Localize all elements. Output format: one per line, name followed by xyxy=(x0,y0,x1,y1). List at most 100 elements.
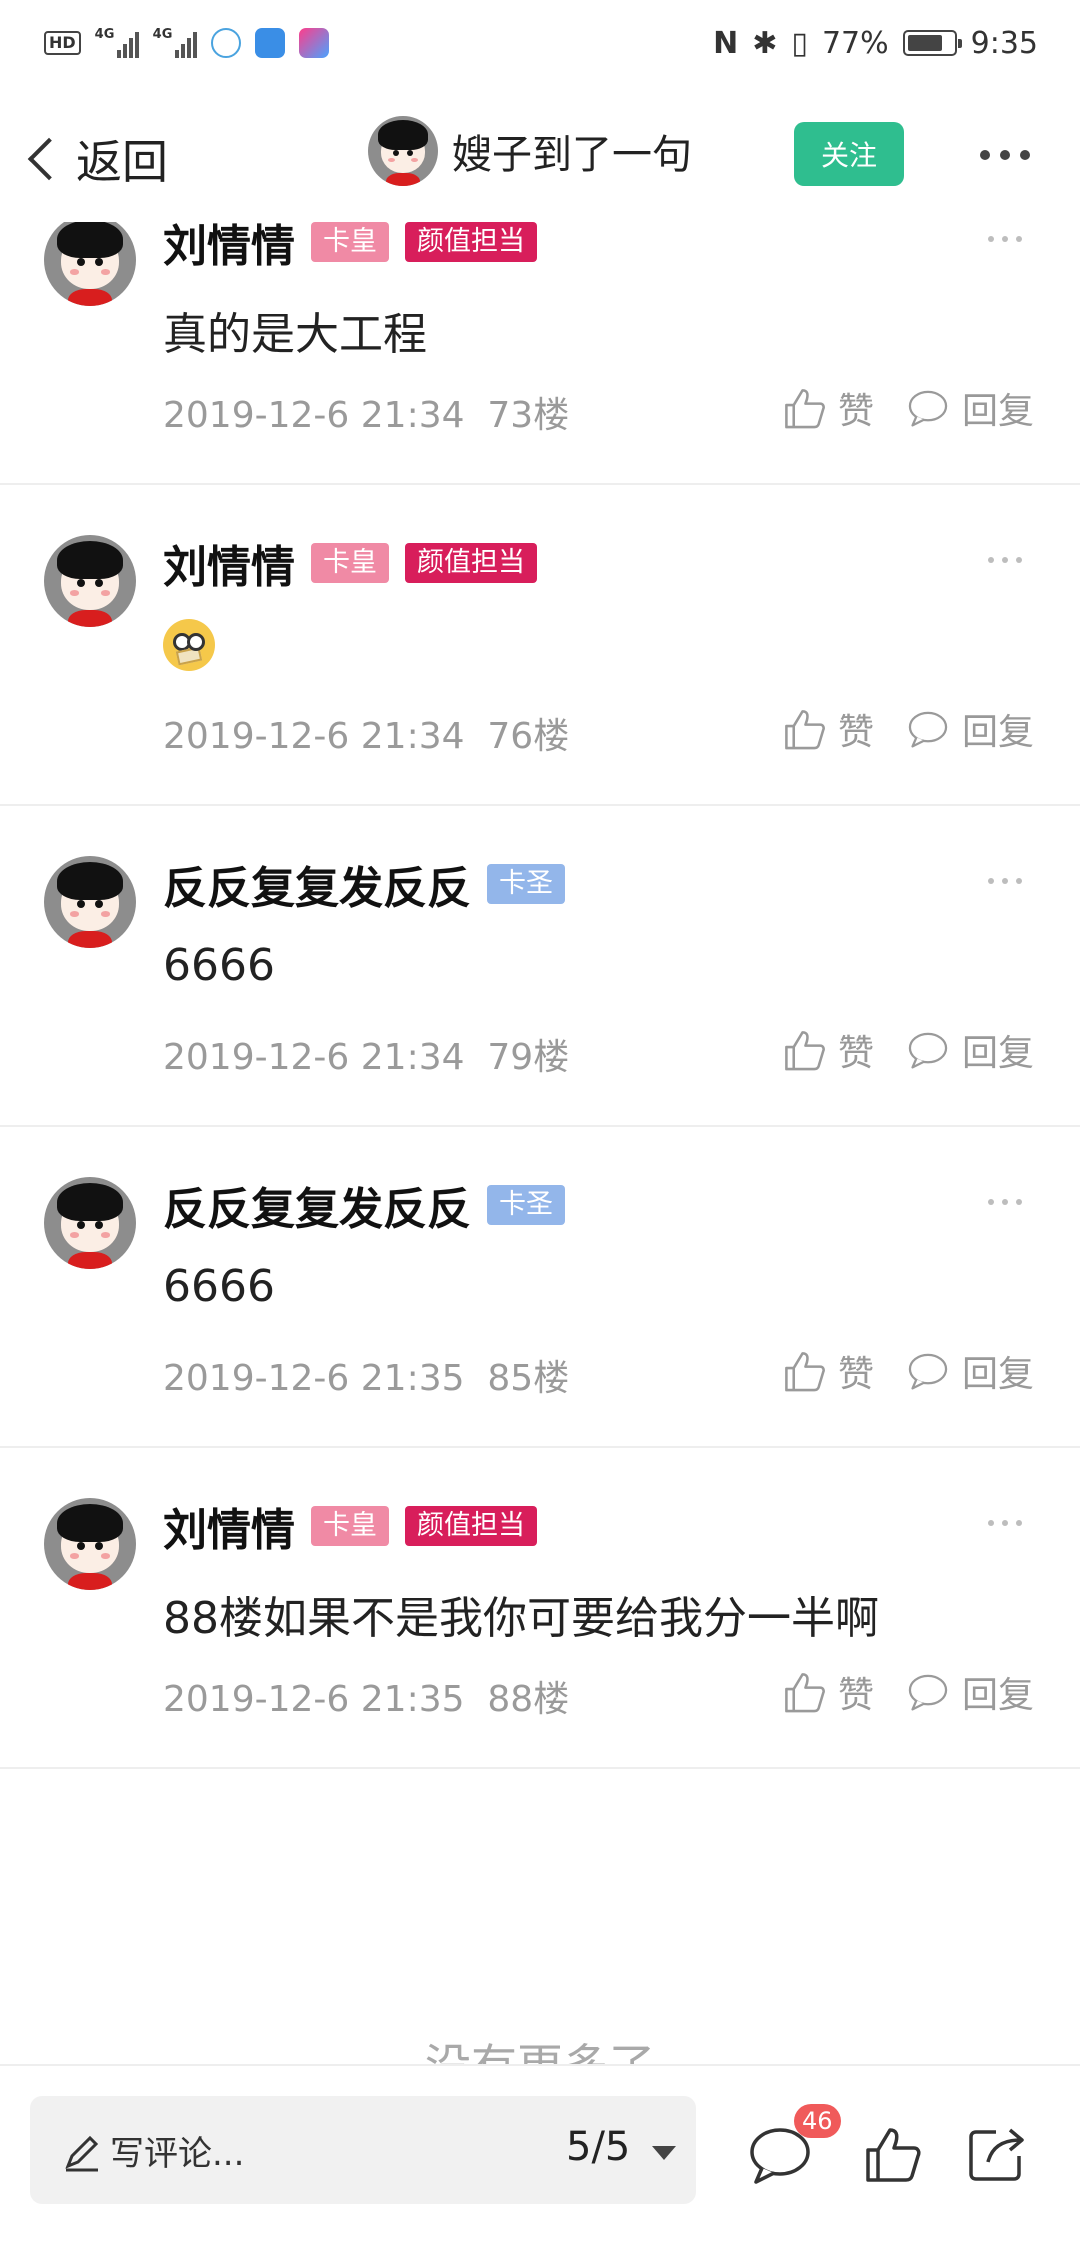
like-button[interactable]: 赞 xyxy=(782,1666,874,1718)
reply-button[interactable]: 回复 xyxy=(906,1024,1034,1076)
comment-actions: 赞 回复 xyxy=(782,703,1034,755)
thumbs-up-icon xyxy=(785,1673,825,1713)
comment-time: 2019-12-6 21:34 xyxy=(163,395,465,436)
thread-author[interactable]: 嫂子到了一句 xyxy=(368,116,692,186)
reply-label: 回复 xyxy=(961,1354,1034,1395)
reply-button[interactable]: 回复 xyxy=(906,382,1034,434)
youku-app-icon xyxy=(298,28,329,58)
chevron-left-icon xyxy=(27,137,71,181)
share-icon[interactable] xyxy=(966,2124,1028,2184)
clock: 9:35 xyxy=(970,25,1038,61)
comment-time: 2019-12-6 21:35 xyxy=(163,1358,465,1399)
user-badge: 颜值担当 xyxy=(405,222,537,262)
comment-header: 刘情情 卡皇 颜值担当 xyxy=(163,1494,537,1558)
avatar[interactable] xyxy=(44,222,136,306)
comment-more-icon[interactable] xyxy=(988,1520,1022,1526)
write-comment-input[interactable]: 写评论... 5/5 xyxy=(30,2096,696,2204)
comment-meta: 2019-12-6 21:35 85楼 xyxy=(163,1349,569,1401)
comment-more-icon[interactable] xyxy=(988,557,1022,563)
like-button[interactable]: 赞 xyxy=(782,703,874,755)
like-button[interactable]: 赞 xyxy=(782,1345,874,1397)
comment-header: 反反复复发反反 卡圣 xyxy=(163,1173,565,1237)
reply-label: 回复 xyxy=(961,1675,1034,1716)
signal-icon: 4G xyxy=(153,28,197,58)
avatar[interactable] xyxy=(44,856,136,948)
signal-icon: 4G xyxy=(95,28,139,58)
avatar[interactable] xyxy=(44,1177,136,1269)
comment-header: 反反复复发反反 卡圣 xyxy=(163,852,565,916)
comment-item[interactable]: 反反复复发反反 卡圣 6666 2019-12-6 21:35 85楼 赞 回复 xyxy=(0,1127,1080,1448)
hd-indicator: HD xyxy=(44,31,81,55)
comment-text: 88楼如果不是我你可要给我分一半啊 xyxy=(163,1593,879,1644)
comment-meta: 2019-12-6 21:34 79楼 xyxy=(163,1028,569,1080)
user-badge: 卡皇 xyxy=(311,543,389,583)
comment-text: 6666 xyxy=(163,940,275,991)
comment-icon xyxy=(908,1674,948,1711)
floor-number: 88楼 xyxy=(487,1679,570,1720)
like-label: 赞 xyxy=(837,1354,874,1395)
comment-time: 2019-12-6 21:34 xyxy=(163,716,465,757)
comment-more-icon[interactable] xyxy=(988,236,1022,242)
reply-label: 回复 xyxy=(961,391,1034,432)
comment-meta: 2019-12-6 21:34 73楼 xyxy=(163,386,569,438)
comment-text: 真的是大工程 xyxy=(163,309,427,360)
reply-label: 回复 xyxy=(961,1033,1034,1074)
like-label: 赞 xyxy=(837,391,874,432)
caret-down-icon[interactable] xyxy=(652,2146,676,2160)
comment-item[interactable]: 刘情情 卡皇 颜值担当 真的是大工程 2019-12-6 21:34 73楼 赞 … xyxy=(0,222,1080,485)
user-name[interactable]: 反反复复发反反 xyxy=(163,1173,471,1237)
comment-icon xyxy=(908,1353,948,1390)
write-comment-placeholder: 写评论... xyxy=(110,2134,245,2174)
user-name[interactable]: 刘情情 xyxy=(163,222,295,274)
reply-label: 回复 xyxy=(961,712,1034,753)
avatar[interactable] xyxy=(44,1498,136,1590)
comment-item[interactable]: 刘情情 卡皇 颜值担当 88楼如果不是我你可要给我分一半啊 2019-12-6 2… xyxy=(0,1448,1080,1769)
comment-icon xyxy=(908,390,948,427)
status-bar: HD 4G 4G N ✱ ▯ 77% 9:35 xyxy=(0,0,1080,86)
floor-number: 76楼 xyxy=(487,716,570,757)
comment-time: 2019-12-6 21:35 xyxy=(163,1679,465,1720)
like-button[interactable]: 赞 xyxy=(782,1024,874,1076)
thumbs-up-icon xyxy=(785,1031,825,1071)
floor-number: 79楼 xyxy=(487,1037,570,1078)
floor-number: 73楼 xyxy=(487,395,570,436)
back-button[interactable]: 返回 xyxy=(22,126,168,192)
reply-button[interactable]: 回复 xyxy=(906,1345,1034,1397)
user-badge: 卡圣 xyxy=(487,864,565,904)
comment-item[interactable]: 反反复复发反反 卡圣 6666 2019-12-6 21:34 79楼 赞 回复 xyxy=(0,806,1080,1127)
status-left: HD 4G 4G xyxy=(44,28,329,58)
thumbs-up-icon xyxy=(785,1352,825,1392)
top-header: 返回 嫂子到了一句 关注 xyxy=(0,86,1080,222)
like-button[interactable]: 赞 xyxy=(782,382,874,434)
battery-percent: 77% xyxy=(821,25,889,61)
comment-more-icon[interactable] xyxy=(988,878,1022,884)
more-options-icon[interactable] xyxy=(980,150,1030,160)
comment-item[interactable]: 刘情情 卡皇 颜值担当 2019-12-6 21:34 76楼 赞 回复 xyxy=(0,485,1080,806)
follow-button[interactable]: 关注 xyxy=(794,122,904,186)
user-badge: 卡皇 xyxy=(311,222,389,262)
comment-actions: 赞 回复 xyxy=(782,1024,1034,1076)
comment-header: 刘情情 卡皇 颜值担当 xyxy=(163,531,537,595)
thumbs-up-icon[interactable] xyxy=(862,2124,922,2184)
comment-actions: 赞 回复 xyxy=(782,382,1034,434)
user-name[interactable]: 反反复复发反反 xyxy=(163,852,471,916)
avatar xyxy=(368,116,438,186)
reply-button[interactable]: 回复 xyxy=(906,1666,1034,1718)
like-label: 赞 xyxy=(837,1033,874,1074)
comment-icon xyxy=(908,711,948,748)
comment-more-icon[interactable] xyxy=(988,1199,1022,1205)
comment-list[interactable]: 刘情情 卡皇 颜值担当 真的是大工程 2019-12-6 21:34 73楼 赞 … xyxy=(0,222,1080,2064)
reply-button[interactable]: 回复 xyxy=(906,703,1034,755)
thumbs-up-icon xyxy=(785,710,825,750)
user-name[interactable]: 刘情情 xyxy=(163,1494,295,1558)
shield-app-icon xyxy=(254,28,285,58)
page-indicator[interactable]: 5/5 xyxy=(566,2124,630,2170)
user-name[interactable]: 刘情情 xyxy=(163,531,295,595)
avatar[interactable] xyxy=(44,535,136,627)
bottom-bar: 写评论... 5/5 46 xyxy=(0,2064,1080,2244)
nfc-icon: N xyxy=(713,25,739,61)
qq-app-icon xyxy=(210,28,241,58)
user-badge: 颜值担当 xyxy=(405,1506,537,1546)
back-label: 返回 xyxy=(76,135,168,189)
zipped-mouth-emoji-icon xyxy=(163,619,215,671)
